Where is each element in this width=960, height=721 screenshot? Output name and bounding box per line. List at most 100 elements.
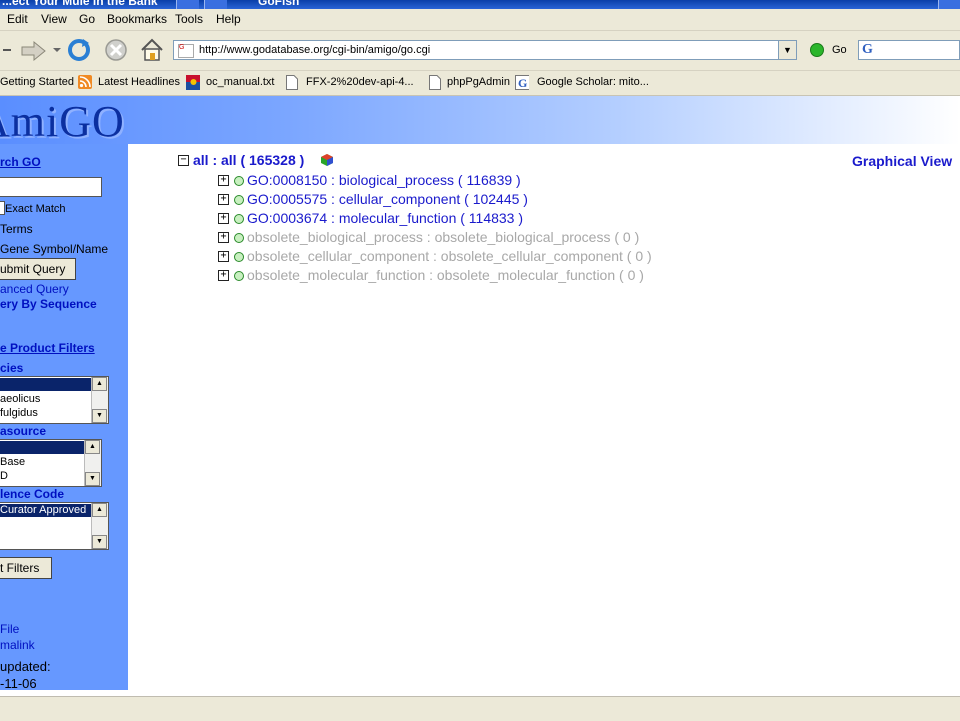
datasource-select[interactable]: Base D ▲ ▼ <box>0 439 102 487</box>
tree-term-link[interactable]: GO:0003674 : molecular_function ( 114833… <box>247 210 523 226</box>
term-info-icon[interactable] <box>234 176 244 186</box>
scroll-up-icon[interactable]: ▲ <box>92 377 107 391</box>
menu-bar: Edit View Go Bookmarks Tools Help <box>0 9 960 31</box>
last-updated-label: updated: <box>0 659 51 674</box>
window-title: ...ect Your Mule in the Bank <box>2 0 158 8</box>
expand-icon[interactable]: + <box>218 175 229 186</box>
tree-root-label[interactable]: all : all ( 165328 ) <box>193 152 304 168</box>
reload-icon[interactable] <box>66 37 92 63</box>
page-icon <box>286 75 298 90</box>
forward-dropdown-icon[interactable] <box>52 46 62 54</box>
last-updated-date: -11-06 <box>0 676 37 691</box>
scroll-down-icon[interactable]: ▼ <box>92 409 107 423</box>
list-item[interactable] <box>0 378 91 391</box>
site-favicon-icon: G <box>178 44 194 58</box>
submit-query-button[interactable]: ubmit Query <box>0 258 76 280</box>
search-go-link[interactable]: rch GO <box>0 155 41 169</box>
expand-icon[interactable]: + <box>218 270 229 281</box>
evidence-code-heading: lence Code <box>0 487 65 501</box>
menu-go[interactable]: Go <box>79 12 95 26</box>
taskbar-button[interactable] <box>204 0 227 9</box>
datasource-heading: asource <box>0 424 47 438</box>
menu-edit[interactable]: Edit <box>7 12 28 26</box>
collapse-icon[interactable]: − <box>178 155 189 166</box>
google-icon: G <box>515 75 529 90</box>
expand-icon[interactable]: + <box>218 251 229 262</box>
file-link[interactable]: File <box>0 622 19 636</box>
tree-term-link[interactable]: GO:0008150 : biological_process ( 116839… <box>247 172 521 188</box>
tree-term-link[interactable]: obsolete_molecular_function : obsolete_m… <box>247 267 644 283</box>
stop-icon[interactable] <box>104 38 128 62</box>
gene-product-filters-link[interactable]: e Product Filters <box>0 341 95 355</box>
query-by-sequence-link[interactable]: ery By Sequence <box>0 297 97 311</box>
page-icon <box>429 75 441 90</box>
search-input[interactable] <box>0 177 102 197</box>
menu-bookmarks[interactable]: Bookmarks <box>107 12 167 26</box>
search-box[interactable]: G <box>858 40 960 60</box>
expand-icon[interactable]: + <box>218 194 229 205</box>
scrollbar[interactable]: ▲ ▼ <box>84 440 101 486</box>
bookmark-oc-manual[interactable]: oc_manual.txt <box>206 76 274 88</box>
scroll-down-icon[interactable]: ▼ <box>85 472 100 486</box>
rss-icon <box>78 75 92 89</box>
address-dropdown-icon[interactable]: ▼ <box>778 41 796 59</box>
tree-term-link[interactable]: obsolete_cellular_component : obsolete_c… <box>247 248 652 264</box>
google-search-icon[interactable]: G <box>862 42 873 58</box>
go-label: Go <box>832 44 847 56</box>
forward-icon[interactable] <box>20 39 48 63</box>
term-info-icon[interactable] <box>234 252 244 262</box>
gene-symbol-option[interactable]: Gene Symbol/Name <box>0 242 108 256</box>
graph-icon[interactable] <box>321 154 333 166</box>
scroll-down-icon[interactable]: ▼ <box>92 535 107 549</box>
scroll-up-icon[interactable]: ▲ <box>92 503 107 517</box>
term-info-icon[interactable] <box>234 214 244 224</box>
bookmark-ffx-dev-api[interactable]: FFX-2%20dev-api-4... <box>306 76 414 88</box>
menu-tools[interactable]: Tools <box>175 12 203 26</box>
menu-view[interactable]: View <box>41 12 67 26</box>
exact-match-label: Exact Match <box>5 203 66 215</box>
svg-text:G: G <box>518 76 527 90</box>
term-info-icon[interactable] <box>234 195 244 205</box>
address-input[interactable]: http://www.godatabase.org/cgi-bin/amigo/… <box>199 44 430 56</box>
list-item[interactable]: Curator Approved <box>0 504 91 517</box>
terms-option[interactable]: Terms <box>0 222 33 236</box>
amigo-banner: AmiGO <box>0 96 960 147</box>
tree-term-link[interactable]: GO:0005575 : cellular_component ( 102445… <box>247 191 528 207</box>
amigo-sidebar: rch GO Exact Match Terms Gene Symbol/Nam… <box>0 144 128 691</box>
back-dropdown-icon[interactable] <box>0 40 16 60</box>
bookmark-getting-started[interactable]: Getting Started <box>0 76 74 88</box>
home-icon[interactable] <box>139 37 165 63</box>
permalink-link[interactable]: malink <box>0 638 35 652</box>
scrollbar[interactable]: ▲ ▼ <box>91 377 108 423</box>
list-item[interactable]: fulgidus <box>0 407 38 420</box>
species-select[interactable]: aeolicus fulgidus ▲ ▼ <box>0 376 109 424</box>
set-filters-button[interactable]: t Filters <box>0 557 52 579</box>
address-bar[interactable]: G http://www.godatabase.org/cgi-bin/amig… <box>173 40 797 60</box>
bookmark-google-scholar[interactable]: Google Scholar: mito... <box>537 76 649 88</box>
web-page: AmiGO rch GO Exact Match Terms Gene Symb… <box>0 96 960 696</box>
scroll-up-icon[interactable]: ▲ <box>85 440 100 454</box>
list-item[interactable]: D <box>0 470 8 483</box>
term-info-icon[interactable] <box>234 271 244 281</box>
bookmark-phppgadmin[interactable]: phpPgAdmin <box>447 76 510 88</box>
bookmark-latest-headlines[interactable]: Latest Headlines <box>98 76 180 88</box>
window-title-secondary: GoFish <box>258 0 300 8</box>
taskbar-button[interactable] <box>176 0 199 9</box>
graphical-view-link[interactable]: Graphical View <box>852 153 952 169</box>
expand-icon[interactable]: + <box>218 213 229 224</box>
list-item[interactable]: aeolicus <box>0 393 40 406</box>
window-title-bar: ...ect Your Mule in the Bank GoFish <box>0 0 960 9</box>
term-info-icon[interactable] <box>234 233 244 243</box>
scrollbar[interactable]: ▲ ▼ <box>91 503 108 549</box>
menu-help[interactable]: Help <box>216 12 241 26</box>
expand-icon[interactable]: + <box>218 232 229 243</box>
close-window-button[interactable] <box>938 0 960 9</box>
advanced-query-link[interactable]: anced Query <box>0 282 69 296</box>
amigo-logo[interactable]: AmiGO <box>0 96 125 147</box>
list-item[interactable] <box>0 441 84 454</box>
species-heading: cies <box>0 361 24 375</box>
evidence-code-select[interactable]: Curator Approved ▲ ▼ <box>0 502 109 550</box>
list-item[interactable]: Base <box>0 456 25 469</box>
tree-term-link[interactable]: obsolete_biological_process : obsolete_b… <box>247 229 639 245</box>
flag-icon <box>186 75 200 90</box>
